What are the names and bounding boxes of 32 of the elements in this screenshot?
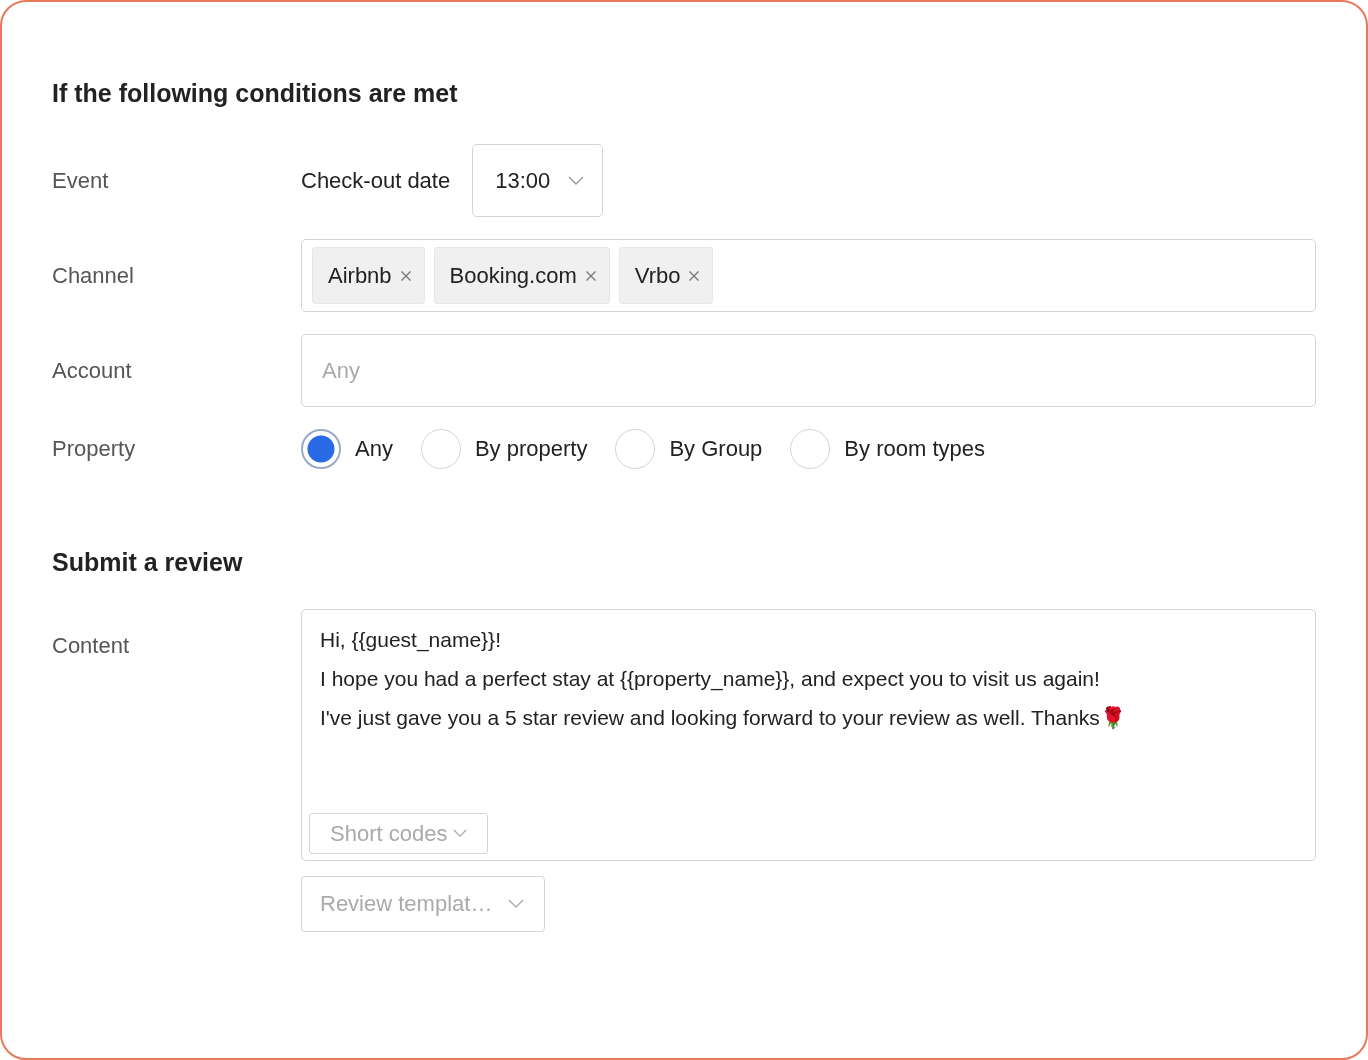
radio-button[interactable] xyxy=(615,429,656,469)
channel-tag: Airbnb xyxy=(312,247,425,304)
channel-select[interactable]: Airbnb Booking.com Vrbo xyxy=(301,239,1316,312)
close-icon[interactable] xyxy=(584,269,597,282)
radio-button[interactable] xyxy=(790,429,831,469)
field-label: Account xyxy=(52,357,133,384)
field-label: Content xyxy=(52,633,131,659)
content-line: I've just gave you a 5 star review and looking forward to your review as well. Thanks🌹 xyxy=(320,705,1127,731)
radio-label[interactable]: By Group xyxy=(669,436,763,462)
content-line: Hi, {{guest_name}}! xyxy=(320,627,502,654)
time-select[interactable]: 13:00 xyxy=(472,144,604,217)
chevron-down-icon xyxy=(453,829,468,838)
section-heading: Submit a review xyxy=(52,547,244,578)
field-label: Property xyxy=(52,436,137,462)
event-value: Check-out date xyxy=(301,167,451,194)
field-label: Event xyxy=(52,167,110,194)
section-heading: If the following conditions are met xyxy=(52,78,459,109)
radio-label[interactable]: Any xyxy=(355,436,393,462)
field-label: Channel xyxy=(52,262,135,289)
close-icon[interactable] xyxy=(688,269,701,282)
chevron-down-icon xyxy=(568,175,585,186)
chevron-down-icon xyxy=(508,899,525,909)
channel-tag: Vrbo xyxy=(618,247,714,304)
content-line: I hope you had a perfect stay at {{property_name}}, and expect you to visit us again! xyxy=(320,666,1101,693)
radio-label[interactable]: By room types xyxy=(844,436,985,462)
close-icon[interactable] xyxy=(399,269,412,282)
radio-button[interactable] xyxy=(420,429,461,469)
account-field[interactable]: Any xyxy=(301,334,1316,407)
radio-button[interactable] xyxy=(301,429,341,469)
radio-label[interactable]: By property xyxy=(474,436,588,462)
channel-tag: Booking.com xyxy=(433,247,610,304)
content-field[interactable] xyxy=(301,609,1316,861)
